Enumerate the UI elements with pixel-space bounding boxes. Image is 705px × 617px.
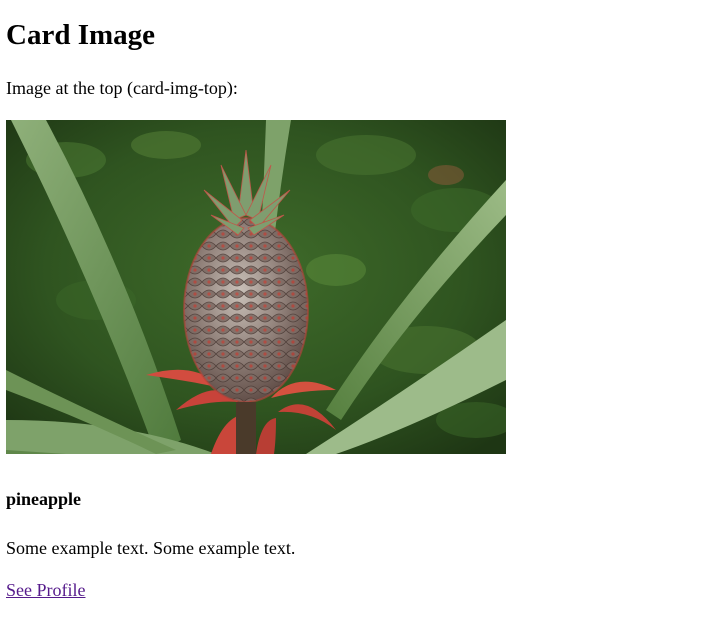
card-text: Some example text. Some example text. xyxy=(6,538,296,558)
page-title: Card Image xyxy=(6,19,156,51)
see-profile-link[interactable]: See Profile xyxy=(6,579,85,601)
card: pineapple Some example text. Some exampl… xyxy=(6,120,506,600)
card-title: pineapple xyxy=(6,489,82,509)
card-image xyxy=(6,120,506,454)
intro-text: Image at the top (card-img-top): xyxy=(6,78,238,98)
